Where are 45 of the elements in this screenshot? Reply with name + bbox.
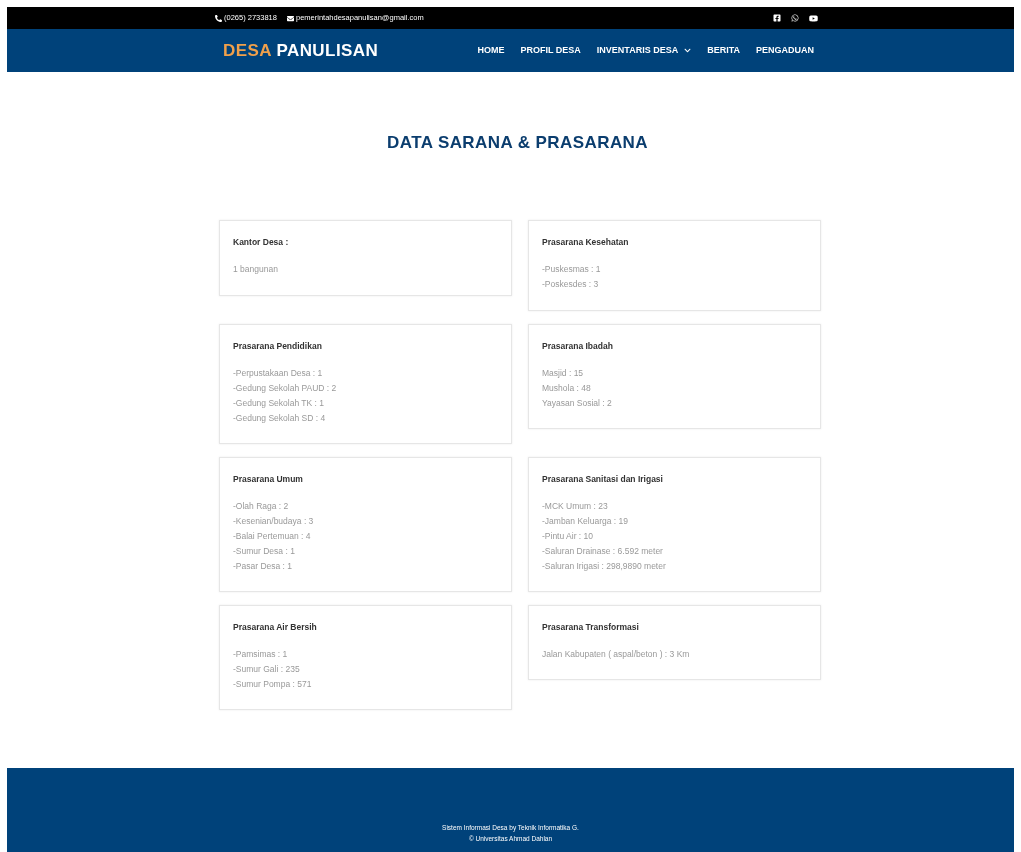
card-item: -Poskesdes : 3 [542,278,600,292]
nav-link[interactable]: BERITA [707,43,740,58]
card-item: -Sumur Pompa : 571 [233,678,313,692]
card-item: -Gedung Sekolah SD : 4 [233,412,327,426]
card-title: Prasarana Umum [233,472,304,486]
nav-link[interactable]: INVENTARIS DESA [596,43,692,58]
card-item: -MCK Umum : 23 [542,500,609,514]
card-item: -Pintu Air : 10 [542,530,595,544]
card-item: -Saluran Irigasi : 298,9890 meter [542,560,667,574]
nav-link[interactable]: PENGADUAN [756,43,814,58]
facebook-icon[interactable] [773,14,781,22]
page-title: DATA SARANA & PRASARANA [387,132,648,154]
card-item: Yayasan Sosial : 2 [542,397,613,411]
site-logo[interactable]: DESA PANULISAN [223,37,379,64]
card-item: Jalan Kabupaten ( aspal/beton ) : 3 Km [542,648,691,662]
youtube-icon[interactable] [809,13,818,23]
card-item: -Pasar Desa : 1 [233,560,294,574]
card-item: -Gedung Sekolah PAUD : 2 [233,382,338,396]
card-item: -Kesenian/budaya : 3 [233,515,315,529]
card-item: -Jamban Keluarga : 19 [542,515,629,529]
card-title: Prasarana Air Bersih [233,620,318,634]
card-item: -Perpustakaan Desa : 1 [233,367,324,381]
chevron-down-icon [684,47,692,54]
card-item: -Sumur Desa : 1 [233,545,296,559]
nav-link[interactable]: HOME [477,43,505,58]
card-title: Prasarana Ibadah [542,339,614,353]
card-item: 1 bangunan [233,263,279,277]
card-item: Masjid : 15 [542,367,585,381]
card-item: -Sumur Gali : 235 [233,663,301,677]
card-title: Prasarana Sanitasi dan Irigasi [542,472,664,486]
whatsapp-icon[interactable] [791,14,799,22]
card-item: Mushola : 48 [542,382,592,396]
card-title: Prasarana Kesehatan [542,235,630,249]
card-item: -Gedung Sekolah TK : 1 [233,397,326,411]
phone-icon [215,14,222,22]
card-item: -Balai Pertemuan : 4 [233,530,312,544]
card-item: -Olah Raga : 2 [233,500,290,514]
card-title: Prasarana Transformasi [542,620,640,634]
card-item: -Puskesmas : 1 [542,263,602,277]
card-title: Prasarana Pendidikan [233,339,323,353]
envelope-icon [286,14,294,22]
card-title: Kantor Desa : [233,235,290,249]
card-item: -Pamsimas : 1 [233,648,289,662]
nav-link[interactable]: PROFIL DESA [520,43,581,58]
card-item: -Saluran Drainase : 6.592 meter [542,545,664,559]
